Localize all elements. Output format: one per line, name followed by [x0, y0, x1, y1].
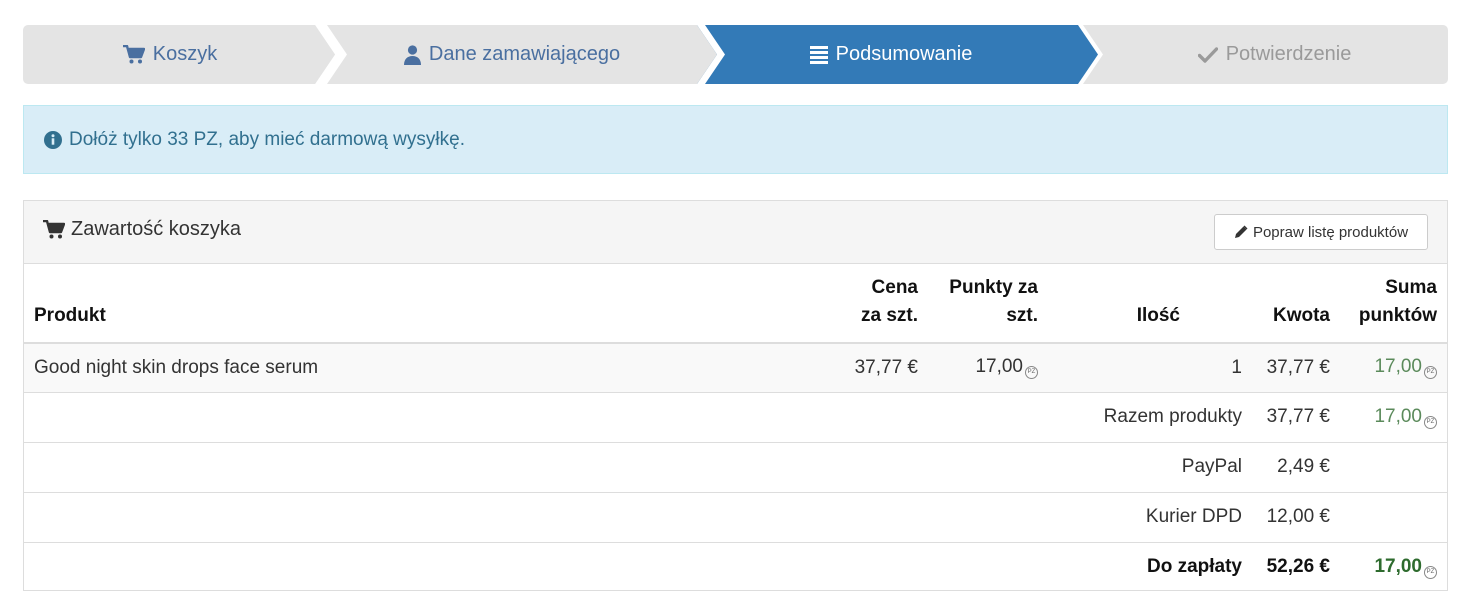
- subtotal-points: 17,00 PZ: [1340, 391, 1447, 442]
- pz-icon: PZ: [1025, 366, 1038, 380]
- product-amount: 37,77 €: [1252, 343, 1340, 392]
- step-label: Dane zamawiającego: [428, 43, 621, 65]
- total-amount: 52,26 €: [1252, 541, 1340, 592]
- header-amount: Kwota: [1252, 264, 1340, 344]
- product-sum-points: 17,00 PZ: [1340, 343, 1447, 392]
- cart-contents-panel: Zawartość koszyka Popraw listę produktów…: [23, 200, 1448, 592]
- product-price: 37,77 €: [802, 343, 928, 392]
- cart-table: Produkt Cena za szt. Punkty za szt. Ilość …: [24, 264, 1447, 592]
- product-points: 17,00 PZ: [928, 343, 1048, 392]
- panel-title-text: Zawartość koszyka: [71, 218, 242, 240]
- header-quantity: Ilość: [1048, 264, 1252, 344]
- info-icon: [44, 130, 62, 149]
- subtotal-amount: 37,77 €: [1252, 391, 1340, 442]
- product-name: Good night skin drops face serum: [24, 343, 802, 392]
- cart-icon: [43, 220, 65, 239]
- step-label: Potwierdzenie: [1225, 43, 1352, 65]
- total-points: 17,00 PZ: [1340, 541, 1447, 592]
- table-header-row: Produkt Cena za szt. Punkty za szt. Ilość …: [24, 264, 1447, 344]
- header-sum-points: Suma punktów: [1340, 264, 1447, 344]
- step-summary[interactable]: Podsumowanie: [704, 25, 1078, 84]
- edit-button-label: Popraw listę produktów: [1252, 223, 1409, 241]
- header-points: Punkty za szt.: [928, 264, 1048, 344]
- header-product: Produkt: [24, 264, 802, 344]
- step-cart[interactable]: Koszyk: [23, 25, 317, 84]
- shipping-amount: 12,00 €: [1252, 491, 1340, 542]
- payment-amount: 2,49 €: [1252, 441, 1340, 492]
- subtotal-label: Razem produkty: [24, 391, 1252, 442]
- subtotal-row: Razem produkty 37,77 € 17,00 PZ: [24, 391, 1447, 442]
- step-label: Koszyk: [152, 43, 218, 65]
- step-separator: [697, 25, 729, 84]
- shipping-label: Kurier DPD: [24, 491, 1252, 542]
- header-price: Cena za szt.: [802, 264, 928, 344]
- step-label: Podsumowanie: [835, 43, 973, 65]
- panel-title: Zawartość koszyka: [43, 218, 241, 241]
- panel-header: Zawartość koszyka Popraw listę produktów: [24, 201, 1447, 264]
- product-quantity: 1: [1048, 343, 1252, 392]
- list-icon: [809, 45, 828, 64]
- total-label: Do zapłaty: [24, 541, 1252, 592]
- payment-row: PayPal 2,49 €: [24, 441, 1447, 492]
- edit-products-button[interactable]: Popraw listę produktów: [1214, 214, 1428, 250]
- pencil-icon: [1234, 225, 1248, 238]
- step-customer-data[interactable]: Dane zamawiającego: [327, 25, 697, 84]
- check-icon: [1197, 46, 1218, 63]
- alert-text: Dołóż tylko 33 PZ, aby mieć darmową wysy…: [69, 128, 465, 150]
- pz-icon: PZ: [1424, 366, 1437, 380]
- user-icon: [403, 44, 421, 65]
- payment-label: PayPal: [24, 441, 1252, 492]
- table-row: Good night skin drops face serum 37,77 €…: [24, 343, 1447, 392]
- pz-icon: PZ: [1424, 565, 1437, 579]
- checkout-steps: Koszyk Dane zamawiającego Podsumowanie P…: [23, 25, 1448, 84]
- shipping-row: Kurier DPD 12,00 €: [24, 491, 1447, 542]
- pz-icon: PZ: [1424, 415, 1437, 429]
- total-row: Do zapłaty 52,26 € 17,00 PZ: [24, 541, 1447, 592]
- step-separator: [1078, 25, 1110, 84]
- free-shipping-alert: Dołóż tylko 33 PZ, aby mieć darmową wysy…: [23, 105, 1448, 174]
- step-confirmation[interactable]: Potwierdzenie: [1101, 25, 1448, 84]
- step-separator: [315, 25, 347, 84]
- cart-icon: [122, 45, 145, 64]
